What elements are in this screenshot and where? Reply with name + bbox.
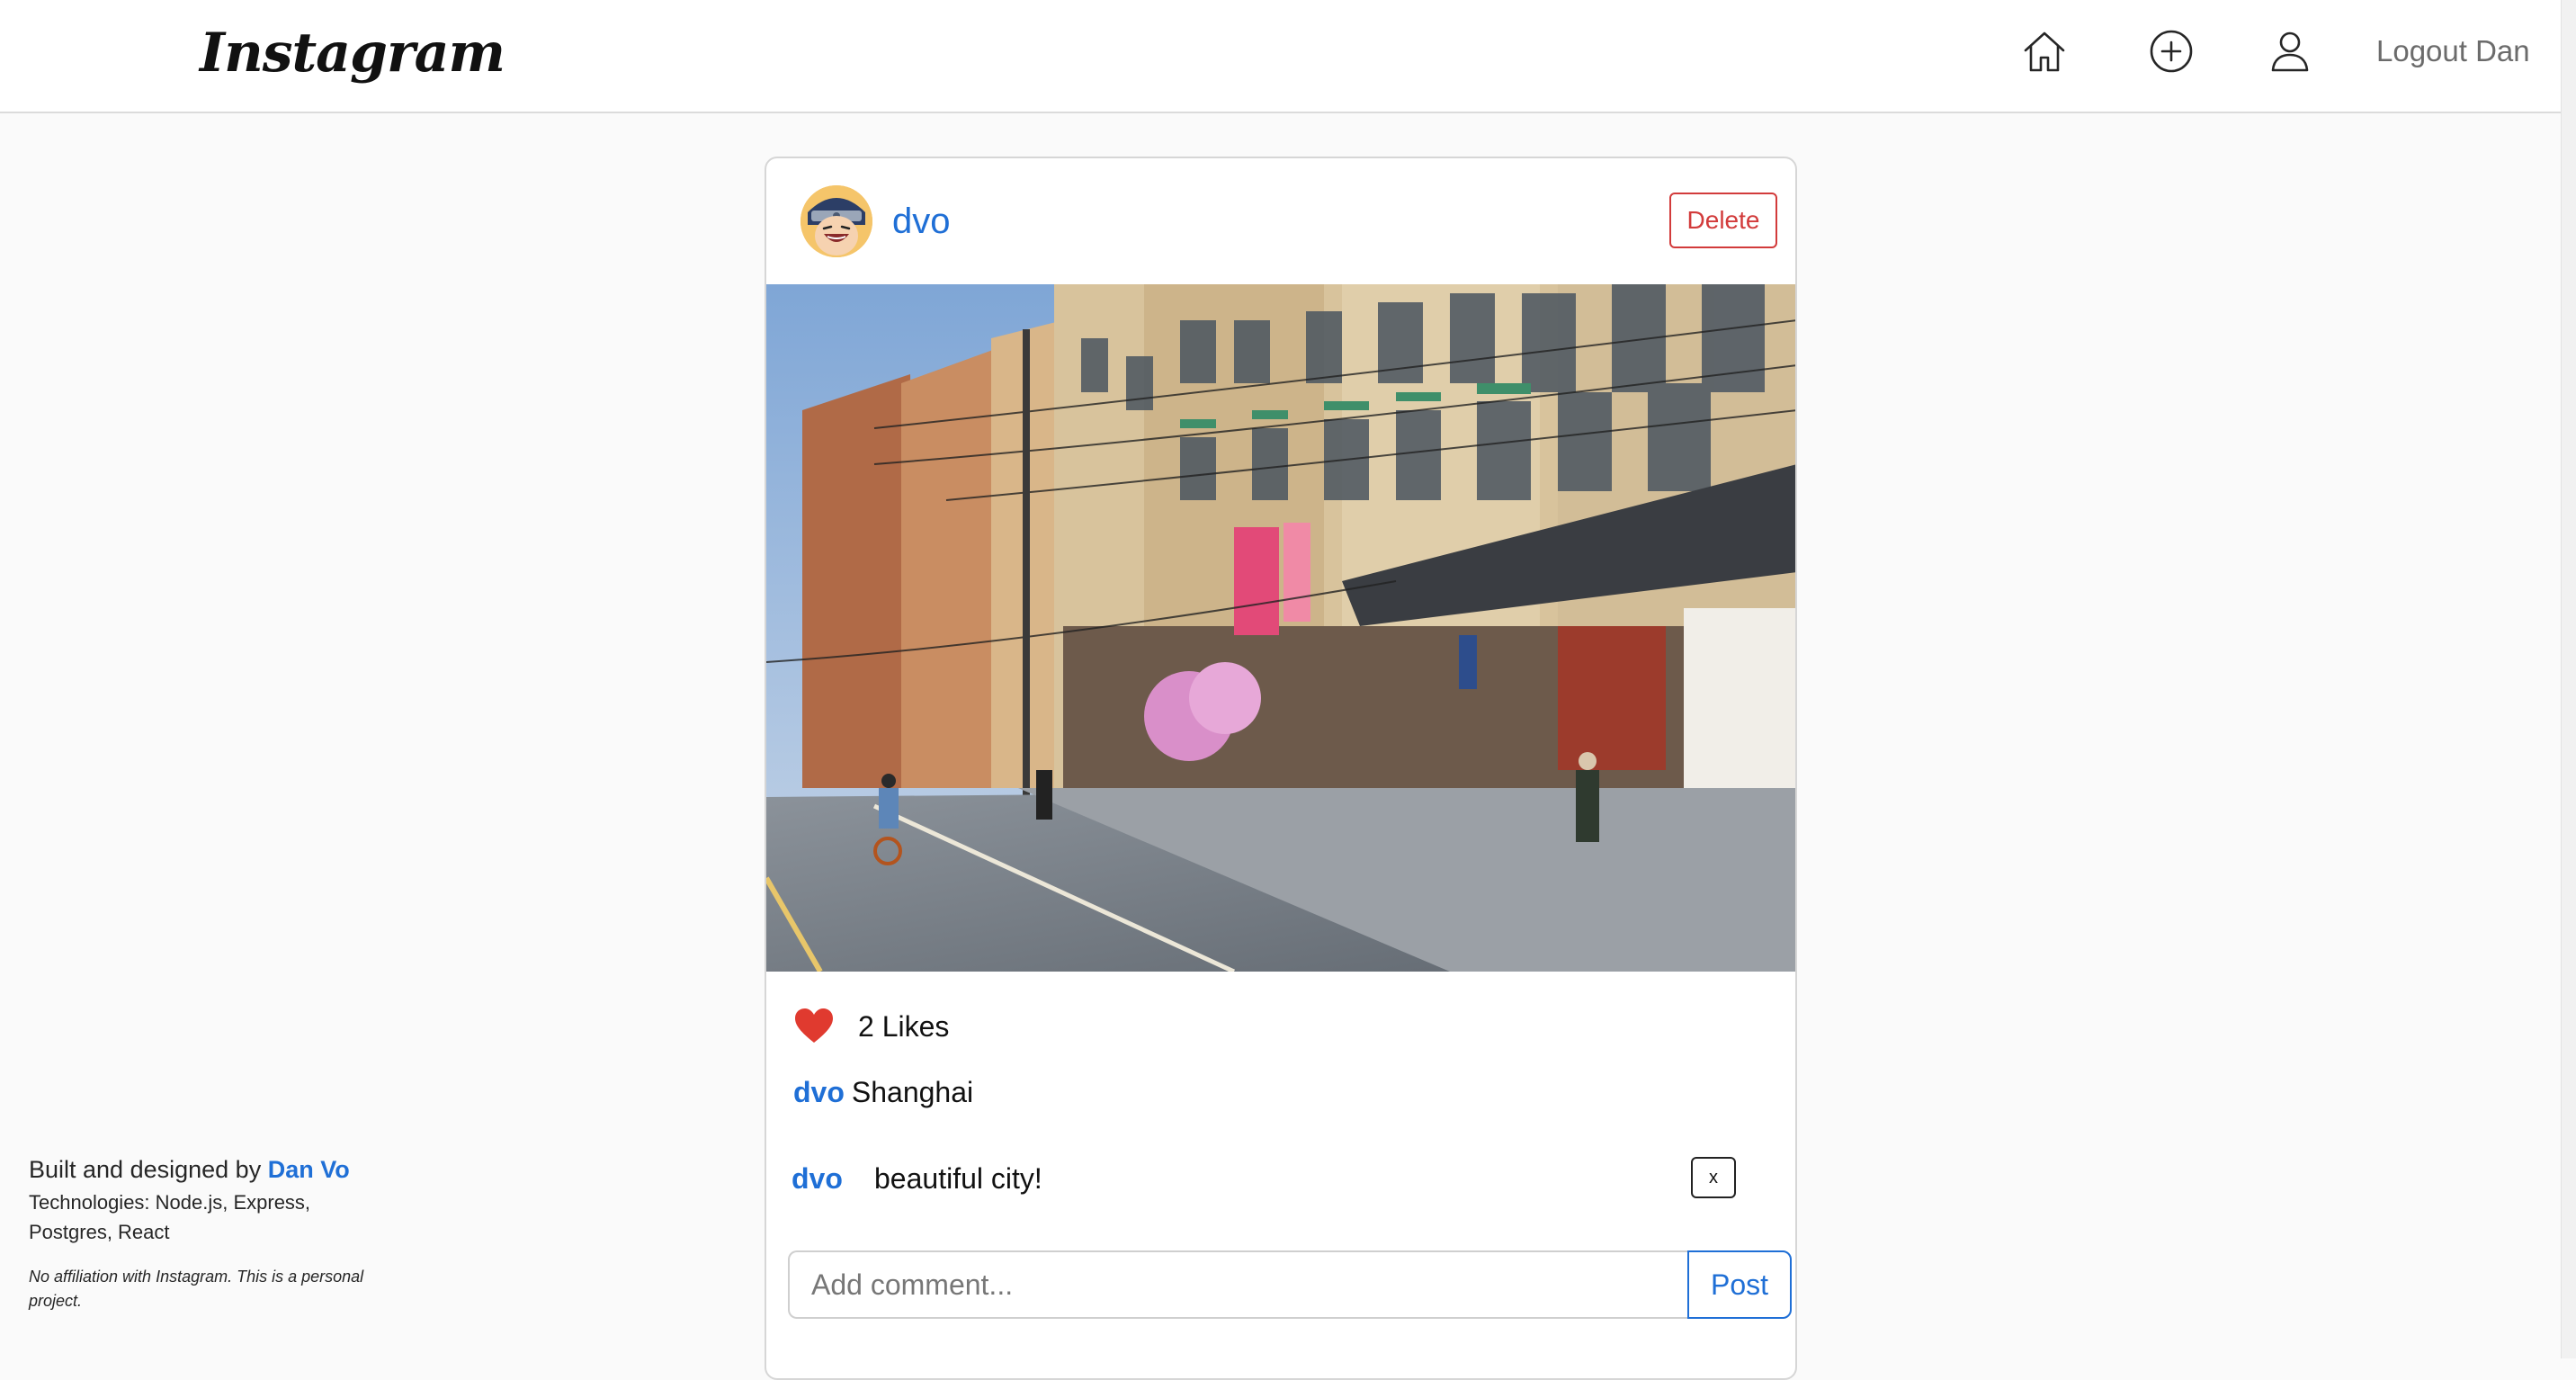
user-icon[interactable] bbox=[2262, 23, 2318, 79]
instagram-logo[interactable]: Instagram bbox=[200, 13, 505, 94]
home-icon[interactable] bbox=[2017, 23, 2072, 79]
post-username[interactable]: dvo bbox=[892, 200, 951, 243]
top-navbar: Instagram Logout Dan bbox=[0, 0, 2562, 113]
logout-link[interactable]: Logout Dan bbox=[2376, 31, 2530, 72]
delete-comment-button[interactable]: x bbox=[1691, 1157, 1736, 1198]
comment-input[interactable] bbox=[788, 1250, 1687, 1319]
post-comment-button[interactable]: Post bbox=[1687, 1250, 1792, 1319]
caption-text: Shanghai bbox=[851, 1076, 974, 1108]
credits-prefix: Built and designed by bbox=[29, 1156, 262, 1183]
post-header: dvo Delete bbox=[766, 158, 1795, 284]
caption-row: dvo Shanghai bbox=[793, 1072, 973, 1117]
delete-post-button[interactable]: Delete bbox=[1669, 193, 1777, 248]
technologies-text: Technologies: Node.js, Express, Postgres… bbox=[29, 1191, 311, 1243]
comment-text: beautiful city! bbox=[874, 1162, 1042, 1195]
caption-username[interactable]: dvo bbox=[793, 1076, 845, 1108]
heart-icon[interactable] bbox=[793, 1006, 835, 1047]
page-scrollbar[interactable] bbox=[2561, 0, 2576, 1358]
post-photo bbox=[766, 284, 1795, 972]
credits-line: Built and designed by Dan Vo bbox=[29, 1151, 389, 1187]
comment-form: Post bbox=[788, 1250, 1792, 1321]
likes-count: 2 Likes bbox=[858, 1010, 950, 1043]
plus-circle-icon[interactable] bbox=[2143, 23, 2199, 79]
author-link[interactable]: Dan Vo bbox=[268, 1156, 350, 1183]
comment-row: dvo beautiful city! x bbox=[792, 1157, 1763, 1202]
disclaimer-text: No affiliation with Instagram. This is a… bbox=[29, 1268, 364, 1310]
comment-username[interactable]: dvo bbox=[792, 1159, 843, 1198]
avatar[interactable] bbox=[801, 185, 872, 257]
credits-panel: Built and designed by Dan Vo Technologie… bbox=[29, 1151, 389, 1313]
